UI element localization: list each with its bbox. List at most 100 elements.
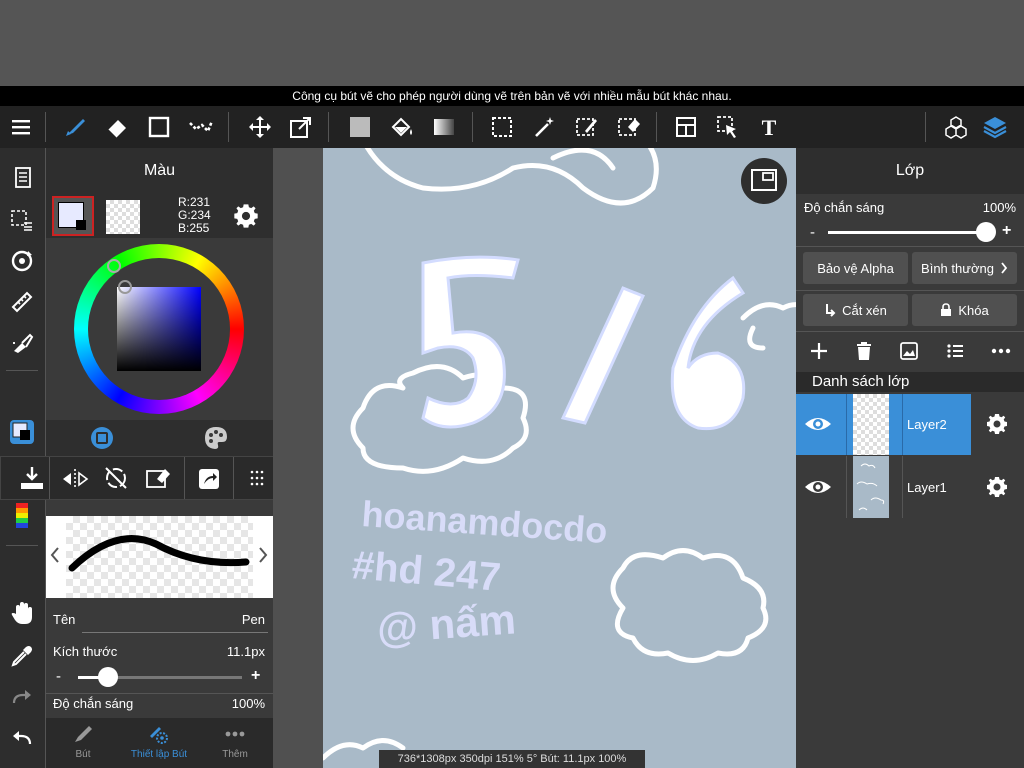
size-plus-button[interactable]: + (251, 667, 260, 685)
layer-more-icon[interactable] (990, 342, 1012, 365)
fill-color-icon[interactable] (343, 110, 377, 144)
brush-preview (46, 516, 273, 598)
layer-opacity-minus[interactable]: - (810, 224, 815, 241)
rgb-readout: R:231 G:234 B:255 (178, 196, 211, 235)
flip-horizontal-icon[interactable] (61, 467, 89, 496)
brush-name-value[interactable]: Pen (242, 612, 265, 627)
layer-row[interactable]: Layer1 (796, 456, 1024, 518)
primary-color-swatch[interactable] (52, 196, 94, 236)
menu-icon[interactable] (4, 110, 38, 144)
size-slider-knob[interactable] (97, 667, 118, 687)
eyedropper-icon[interactable] (4, 638, 40, 674)
separator (45, 112, 46, 142)
shape-tool-icon[interactable] (142, 110, 176, 144)
color-swatch-icon[interactable] (4, 414, 40, 450)
color-settings-gear-icon[interactable] (232, 202, 260, 235)
hue-handle[interactable] (107, 259, 121, 273)
materials-icon[interactable] (939, 110, 973, 144)
layer-gear-icon[interactable] (985, 475, 1009, 499)
magic-wand-icon[interactable] (528, 110, 562, 144)
clip-arrow-icon (826, 304, 836, 317)
color-wheel-tab-icon[interactable] (90, 426, 114, 455)
add-layer-icon[interactable] (810, 342, 828, 365)
color-bar-icon[interactable] (4, 498, 40, 534)
tab-brush-settings[interactable]: Thiết lập Bút (124, 724, 194, 760)
bucket-tool-icon[interactable] (385, 110, 419, 144)
redo-icon[interactable] (4, 679, 40, 715)
rotate-canvas-icon[interactable] (4, 243, 40, 279)
rgb-b: B:255 (178, 221, 210, 235)
alpha-protect-label: Bảo vệ Alpha (817, 260, 894, 276)
canvas-preview-toggle[interactable] (741, 158, 787, 204)
selection-eraser-icon[interactable] (612, 110, 646, 144)
saturation-square[interactable] (117, 287, 201, 371)
eye-icon[interactable] (804, 475, 832, 499)
color-handle[interactable] (118, 280, 132, 294)
layer-gear-icon[interactable] (985, 412, 1009, 436)
erase-brush-icon[interactable] (145, 465, 171, 496)
separator (6, 545, 38, 546)
chevron-right-icon[interactable] (258, 546, 268, 569)
layer-row-selected[interactable]: Layer2 (796, 394, 971, 455)
selection-pen-icon[interactable] (570, 110, 604, 144)
hand-tool-icon[interactable] (4, 595, 40, 631)
undo-icon[interactable] (4, 720, 40, 756)
layer-opacity-track[interactable] (828, 231, 986, 234)
layer-thumbnail (853, 394, 889, 455)
chevron-right-icon (1001, 262, 1008, 274)
more-grid-icon[interactable] (249, 469, 265, 492)
operation-tool-icon[interactable] (711, 110, 745, 144)
separator (925, 112, 926, 142)
layer-name: Layer2 (907, 417, 947, 432)
ruler-icon[interactable] (4, 284, 40, 320)
layer-list-icon[interactable] (946, 342, 964, 365)
alpha-protect-button[interactable]: Bảo vệ Alpha (803, 252, 908, 284)
layer-name: Layer1 (907, 480, 947, 495)
sync-brush-icon[interactable] (103, 465, 129, 496)
svg-text:@ nấm: @ nấm (375, 595, 517, 652)
size-minus-button[interactable]: - (56, 668, 61, 685)
tab-more[interactable]: Thêm (212, 724, 258, 760)
separator (328, 112, 329, 142)
color-wheel[interactable] (46, 238, 273, 418)
canvas-status-bar: 736*1308px 350dpi 151% 5° Bút: 11.1px 10… (379, 750, 645, 768)
layer-opacity-plus[interactable]: + (1002, 222, 1011, 240)
delete-layer-icon[interactable] (856, 342, 872, 365)
brush-tool-icon[interactable] (58, 110, 92, 144)
dot-tool-icon[interactable] (184, 110, 218, 144)
drawing-canvas[interactable]: hoanamdocdo #hd 247 @ nấm (323, 148, 796, 768)
share-brush-icon[interactable] (197, 467, 221, 496)
color-panel: Màu R:231 G:234 B:255 (46, 148, 273, 456)
tab-more-label: Thêm (222, 749, 248, 760)
gradient-tool-icon[interactable] (427, 110, 461, 144)
snap-pen-icon[interactable] (4, 325, 40, 361)
clipping-button[interactable]: Cắt xén (803, 294, 908, 326)
eraser-tool-icon[interactable] (100, 110, 134, 144)
layers-panel-title: Lớp (796, 148, 1024, 194)
layers-icon[interactable] (978, 110, 1012, 144)
lock-button[interactable]: Khóa (912, 294, 1017, 326)
select-all-icon[interactable] (4, 202, 40, 238)
frame-divider-icon[interactable] (669, 110, 703, 144)
lock-icon (941, 303, 952, 316)
separator (472, 112, 473, 142)
select-tool-icon[interactable] (485, 110, 519, 144)
pages-icon[interactable] (4, 160, 40, 196)
color-palette-tab-icon[interactable] (204, 426, 228, 455)
layer-opacity-knob[interactable] (976, 222, 996, 242)
import-brush-icon[interactable] (19, 465, 45, 496)
eye-icon[interactable] (804, 412, 832, 436)
layer-image-icon[interactable] (900, 342, 918, 365)
layer-opacity-value: 100% (982, 200, 1016, 215)
text-tool-icon[interactable]: T (752, 110, 786, 144)
canvas-area[interactable]: hoanamdocdo #hd 247 @ nấm (273, 148, 796, 768)
brush-size-value: 11.1px (226, 644, 265, 659)
layer-thumbnail (853, 456, 889, 518)
tab-brush[interactable]: Bút (60, 724, 106, 760)
chevron-left-icon[interactable] (50, 546, 60, 569)
blend-mode-button[interactable]: Bình thường (912, 252, 1017, 284)
transparent-color-swatch[interactable] (106, 200, 140, 234)
move-tool-icon[interactable] (243, 110, 277, 144)
tooltip-bar: Công cụ bút vẽ cho phép người dùng vẽ tr… (0, 86, 1024, 106)
transform-tool-icon[interactable] (284, 110, 318, 144)
